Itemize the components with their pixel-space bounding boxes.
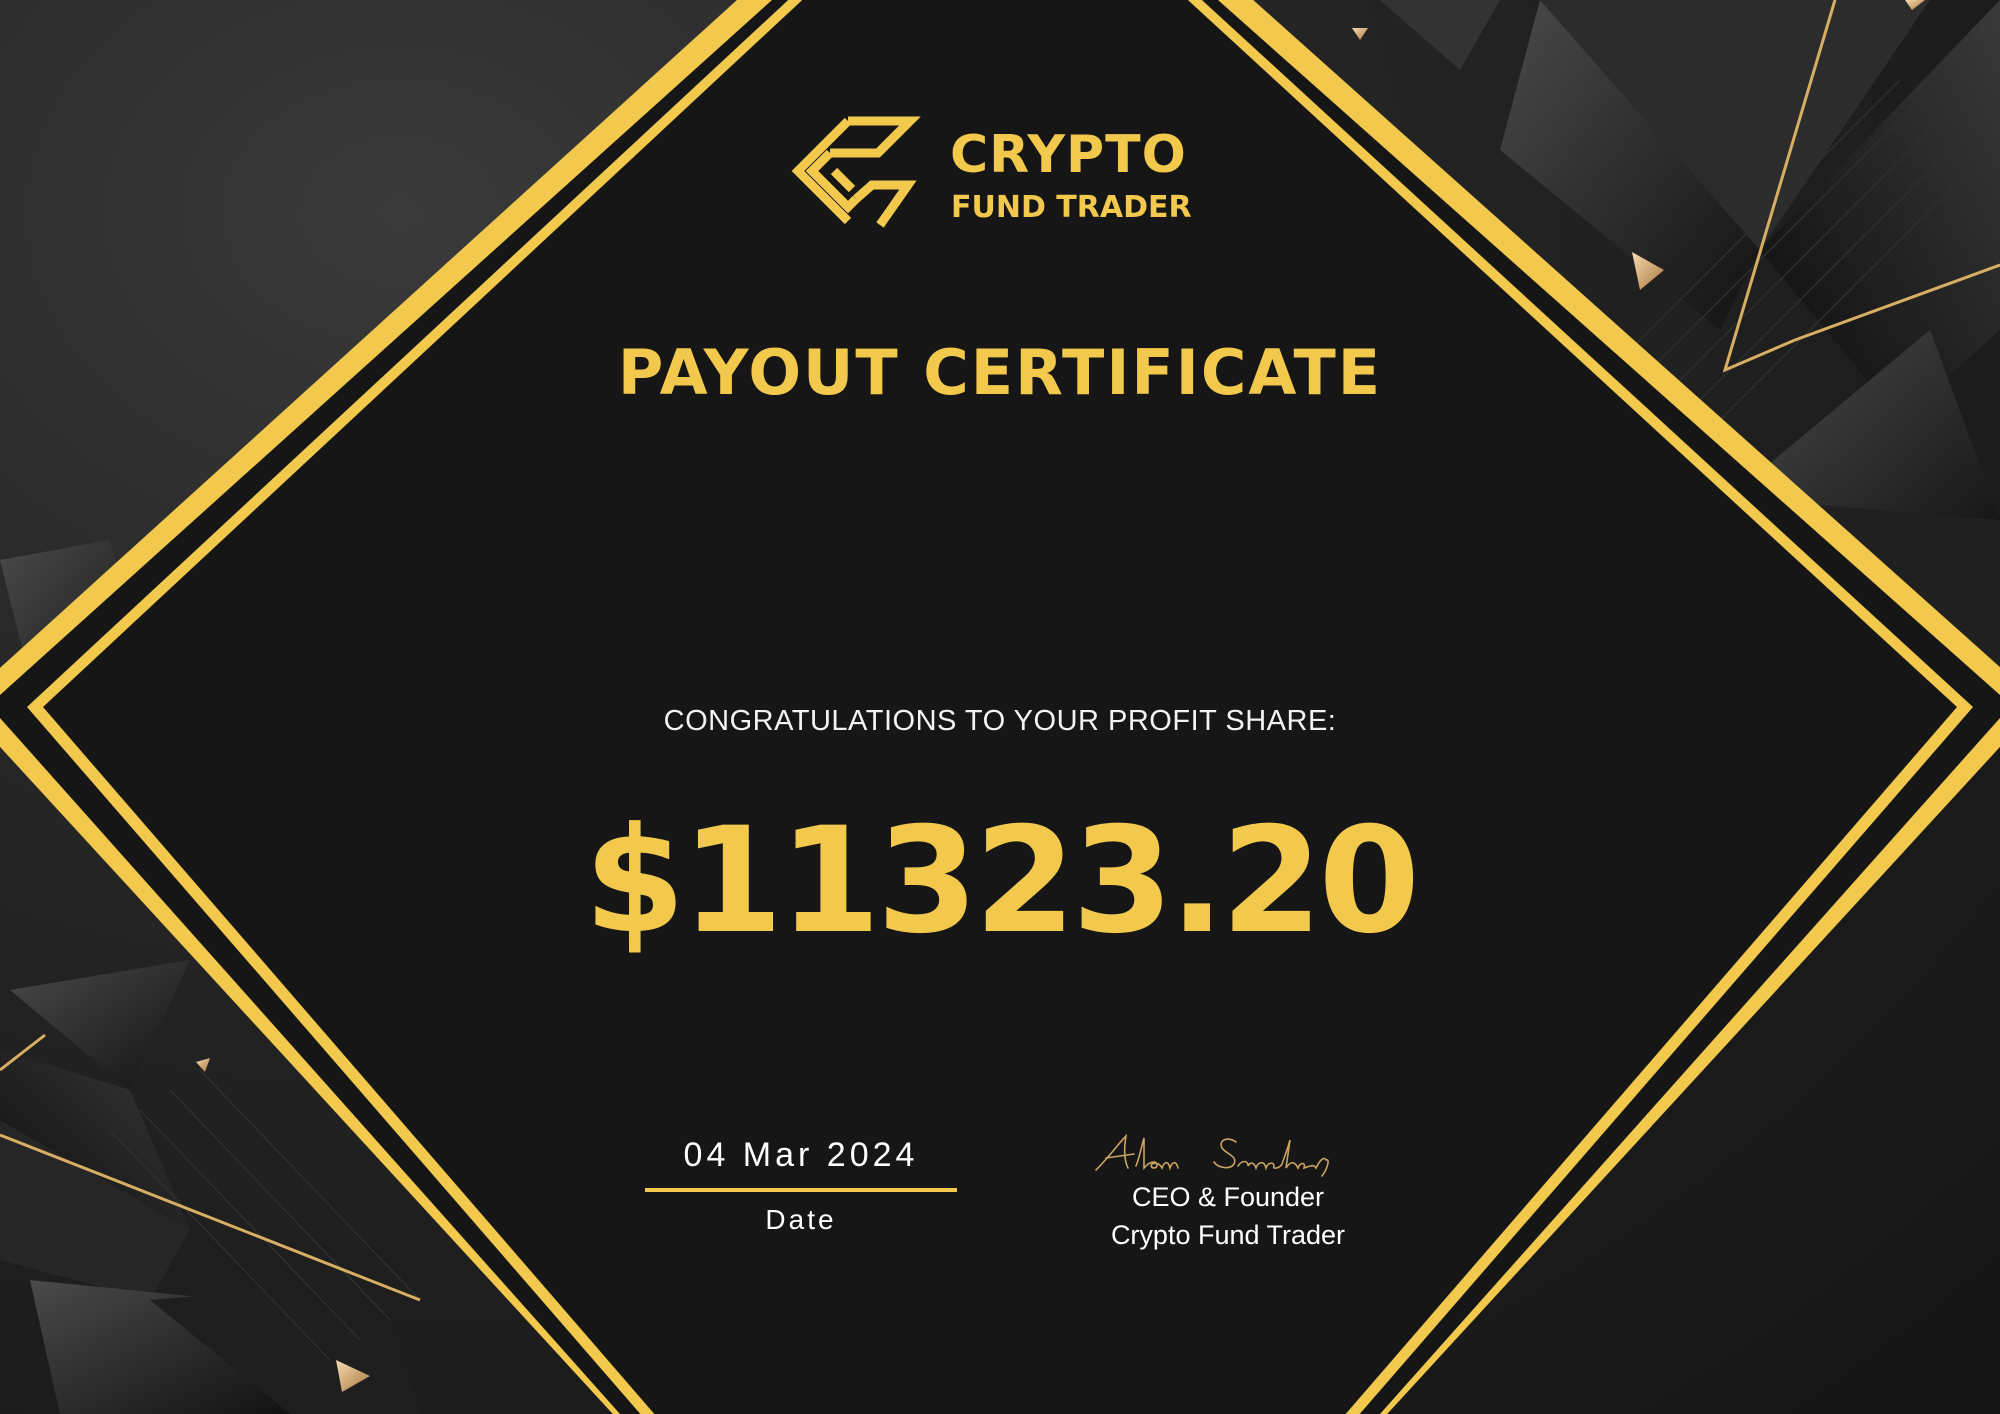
- signer-company: Crypto Fund Trader: [1110, 1220, 1346, 1250]
- brand-name-line1: CRYPTO: [950, 125, 1187, 185]
- handwritten-signature: [1095, 1133, 1329, 1177]
- certificate-subtitle: CONGRATULATIONS TO YOUR PROFIT SHARE:: [663, 705, 1337, 737]
- date-value: 04 Mar 2024: [683, 1136, 919, 1174]
- certificate-title: PAYOUT CERTIFICATE: [617, 336, 1383, 409]
- signer-title: CEO & Founder: [1131, 1182, 1325, 1212]
- certificate: CRYPTO FUND TRADER PAYOUT CERTIFICATE CO…: [0, 0, 2000, 1414]
- date-label: Date: [765, 1204, 837, 1235]
- payout-amount: $11323.20: [583, 796, 1420, 966]
- brand-name-line2: FUND TRADER: [951, 190, 1192, 225]
- date-underline: [645, 1188, 957, 1192]
- signature-block: CEO & Founder Crypto Fund Trader: [1078, 1128, 1378, 1254]
- brand-logo-icon: [791, 116, 921, 228]
- date-block: 04 Mar 2024 Date: [645, 1138, 957, 1234]
- brand-logo: CRYPTO FUND TRADER: [790, 115, 1210, 235]
